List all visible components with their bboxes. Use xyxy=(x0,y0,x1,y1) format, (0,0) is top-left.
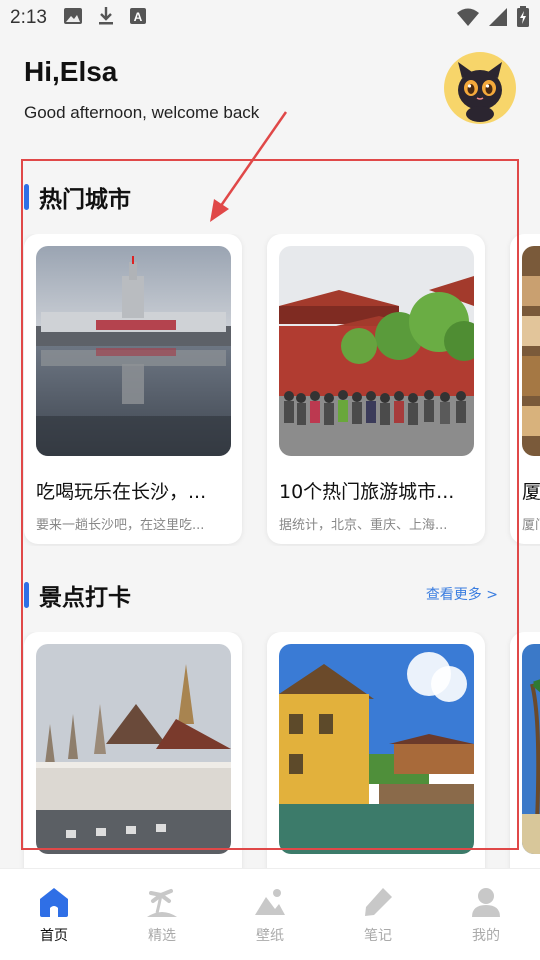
image-notification-icon xyxy=(63,7,83,30)
home-icon xyxy=(40,888,68,917)
nav-notes[interactable]: 笔记 xyxy=(324,869,432,960)
greeting-subtitle: Good afternoon, welcome back xyxy=(24,103,260,122)
battery-charging-icon xyxy=(516,6,530,33)
pencil-icon xyxy=(365,888,392,916)
attraction-card[interactable] xyxy=(510,632,540,868)
cat-avatar-icon xyxy=(458,62,502,122)
city-card-title: 厦 xyxy=(522,481,540,503)
see-more-link[interactable]: 查看更多 > xyxy=(426,584,498,604)
city-card-desc: 据统计，北京、重庆、上海... xyxy=(279,518,448,533)
bottom-navigation: 首页 精选 壁纸 笔记 我的 xyxy=(0,868,540,960)
svg-text:A: A xyxy=(134,10,143,24)
section-accent-bar xyxy=(24,184,29,210)
attraction-card[interactable] xyxy=(24,632,242,868)
city-card-title: 10个热门旅游城市... xyxy=(279,481,455,503)
download-notification-icon xyxy=(97,6,115,31)
status-bar: 2:13 A xyxy=(0,0,540,36)
nav-home[interactable]: 首页 xyxy=(0,869,108,960)
bangkok-temple-image xyxy=(36,644,231,854)
hoi-an-image xyxy=(279,644,474,854)
attractions-title: 景点打卡 xyxy=(39,585,131,611)
nav-wallpaper[interactable]: 壁纸 xyxy=(216,869,324,960)
changsha-station-image xyxy=(36,246,231,456)
nav-profile[interactable]: 我的 xyxy=(432,869,540,960)
attractions-carousel[interactable] xyxy=(0,632,540,868)
attraction-card[interactable] xyxy=(267,632,485,868)
hot-cities-title: 热门城市 xyxy=(39,187,131,213)
city-card-desc: 要来一趟长沙吧，在这里吃... xyxy=(36,518,205,533)
greeting-title: Hi,Elsa xyxy=(24,56,118,87)
hot-cities-carousel[interactable]: 吃喝玩乐在长沙，... 要来一趟长沙吧，在这里吃... 10个热门旅游城市...… xyxy=(0,234,540,546)
forbidden-city-image xyxy=(279,246,474,456)
xiamen-image xyxy=(522,246,540,456)
palm-island-icon xyxy=(147,889,177,917)
nav-featured-label: 精选 xyxy=(148,928,176,944)
a-notification-icon: A xyxy=(129,7,147,30)
wifi-icon xyxy=(456,7,480,32)
user-icon xyxy=(472,888,500,917)
section-accent-bar xyxy=(24,582,29,608)
nav-wallpaper-label: 壁纸 xyxy=(256,928,284,944)
mountain-icon xyxy=(255,889,285,915)
beach-palm-image xyxy=(522,644,540,854)
status-time: 2:13 xyxy=(10,7,47,28)
nav-home-label: 首页 xyxy=(40,928,68,944)
hot-cities-header: 热门城市 xyxy=(24,180,131,214)
nav-profile-label: 我的 xyxy=(472,928,500,944)
avatar[interactable] xyxy=(444,52,516,124)
city-card-title: 吃喝玩乐在长沙，... xyxy=(36,481,207,503)
city-card[interactable]: 10个热门旅游城市... 据统计，北京、重庆、上海... xyxy=(267,234,485,544)
city-card[interactable]: 厦 厦门 xyxy=(510,234,540,544)
nav-notes-label: 笔记 xyxy=(364,928,392,944)
signal-icon xyxy=(488,7,508,32)
city-card-desc: 厦门 xyxy=(522,518,540,533)
nav-featured[interactable]: 精选 xyxy=(108,869,216,960)
city-card[interactable]: 吃喝玩乐在长沙，... 要来一趟长沙吧，在这里吃... xyxy=(24,234,242,544)
attractions-header: 景点打卡 xyxy=(24,578,131,612)
